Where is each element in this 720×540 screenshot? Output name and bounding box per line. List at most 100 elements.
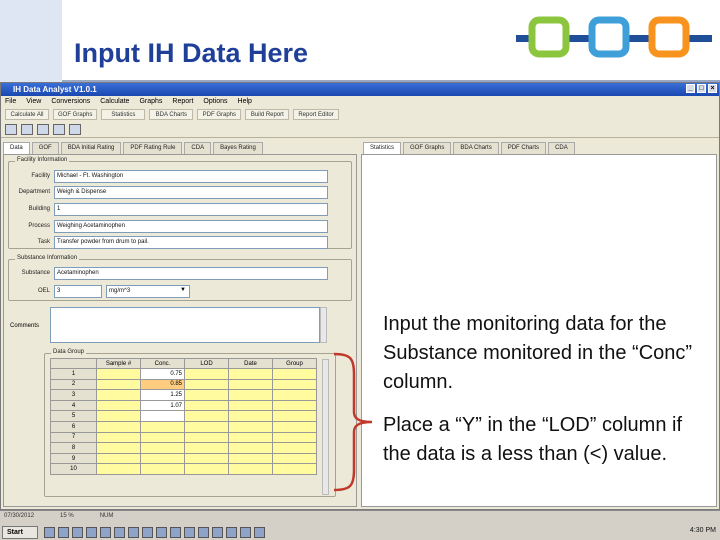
save-as-icon[interactable] [53, 123, 65, 135]
conc-cell[interactable] [140, 410, 185, 422]
sample-cell[interactable] [96, 410, 141, 422]
lod-cell[interactable] [184, 368, 229, 380]
quicklaunch-icon[interactable] [170, 527, 181, 538]
group-cell[interactable] [272, 420, 317, 433]
quicklaunch-icon[interactable] [128, 527, 139, 538]
group-cell[interactable] [272, 452, 317, 465]
group-cell[interactable] [272, 410, 317, 422]
date-cell[interactable] [228, 420, 273, 433]
grid-scrollbar[interactable] [322, 359, 329, 495]
lod-cell[interactable] [184, 420, 229, 433]
conc-cell[interactable]: 1.25 [140, 389, 185, 401]
oel-unit-select[interactable]: mg/m^3 [106, 285, 190, 298]
building-field[interactable]: 1 [54, 203, 328, 216]
sample-cell[interactable] [96, 389, 141, 401]
conc-cell[interactable]: 0.75 [140, 368, 185, 380]
sample-cell[interactable] [96, 442, 141, 454]
open-icon[interactable] [21, 123, 33, 135]
tab-gof-graphs[interactable]: GOF Graphs [403, 142, 452, 154]
quicklaunch-icon[interactable] [142, 527, 153, 538]
sample-cell[interactable] [96, 463, 141, 475]
substance-field[interactable]: Acetaminophen [54, 267, 328, 280]
group-cell[interactable] [272, 463, 317, 475]
sample-cell[interactable] [96, 420, 141, 433]
lod-cell[interactable] [184, 463, 229, 475]
lod-cell[interactable] [184, 431, 229, 444]
conc-cell[interactable] [140, 452, 185, 465]
quicklaunch-icon[interactable] [44, 527, 55, 538]
date-cell[interactable] [228, 452, 273, 465]
comments-scrollbar[interactable] [320, 307, 327, 343]
tab-pdf-rating-rule[interactable]: PDF Rating Rule [123, 142, 183, 154]
group-cell[interactable] [272, 389, 317, 401]
menu-graphs[interactable]: Graphs [139, 96, 162, 107]
new-icon[interactable] [5, 123, 17, 135]
quicklaunch-icon[interactable] [58, 527, 69, 538]
conc-cell[interactable] [140, 442, 185, 454]
start-button[interactable]: Start [2, 526, 38, 539]
process-field[interactable]: Weighing Acetaminophen [54, 220, 328, 233]
quicklaunch-icon[interactable] [198, 527, 209, 538]
quicklaunch-icon[interactable] [156, 527, 167, 538]
quicklaunch-icon[interactable] [114, 527, 125, 538]
report-editor-button[interactable]: Report Editor [293, 108, 339, 120]
menu-options[interactable]: Options [203, 96, 227, 107]
group-cell[interactable] [272, 368, 317, 380]
save-icon[interactable] [37, 123, 49, 135]
lod-cell[interactable] [184, 410, 229, 422]
task-field[interactable]: Transfer powder from drum to pail. [54, 236, 328, 249]
date-cell[interactable] [228, 378, 273, 391]
lod-cell[interactable] [184, 452, 229, 465]
conc-cell[interactable]: 1.07 [140, 399, 185, 412]
tab-pdf-charts[interactable]: PDF Charts [500, 142, 547, 154]
conc-cell[interactable] [140, 431, 185, 444]
sample-cell[interactable] [96, 368, 141, 380]
tab-bda-initial-rating[interactable]: BDA Initial Rating [60, 142, 122, 154]
oel-field[interactable]: 3 [54, 285, 102, 298]
conc-cell[interactable]: 0.85 [140, 378, 185, 391]
calculate-all-button[interactable]: Calculate All [5, 108, 49, 120]
quicklaunch-icon[interactable] [226, 527, 237, 538]
group-cell[interactable] [272, 431, 317, 444]
quicklaunch-icon[interactable] [240, 527, 251, 538]
group-cell[interactable] [272, 442, 317, 454]
lod-cell[interactable] [184, 442, 229, 454]
sample-cell[interactable] [96, 431, 141, 444]
gof-graphs-button[interactable]: GOF Graphs [53, 108, 98, 120]
lod-cell[interactable] [184, 389, 229, 401]
date-cell[interactable] [228, 442, 273, 454]
quicklaunch-icon[interactable] [100, 527, 111, 538]
build-report-button[interactable]: Build Report [245, 108, 290, 120]
quicklaunch-icon[interactable] [254, 527, 265, 538]
pdf-graphs-button[interactable]: PDF Graphs [197, 108, 242, 120]
print-icon[interactable] [69, 123, 81, 135]
tab-data[interactable]: Data [3, 142, 30, 154]
quicklaunch-icon[interactable] [86, 527, 97, 538]
quicklaunch-icon[interactable] [72, 527, 83, 538]
bda-charts-button[interactable]: BDA Charts [149, 108, 194, 120]
tab-gof[interactable]: GOF [31, 142, 59, 154]
statistics-button[interactable]: Statistics [101, 108, 146, 120]
group-cell[interactable] [272, 378, 317, 391]
menu-view[interactable]: View [26, 96, 41, 107]
conc-cell[interactable] [140, 463, 185, 475]
minimize-button[interactable]: _ [686, 84, 695, 93]
menu-report[interactable]: Report [172, 96, 193, 107]
menu-help[interactable]: Help [238, 96, 252, 107]
sample-cell[interactable] [96, 399, 141, 412]
sample-cell[interactable] [96, 378, 141, 391]
menu-conversions[interactable]: Conversions [51, 96, 90, 107]
quicklaunch-icon[interactable] [212, 527, 223, 538]
date-cell[interactable] [228, 399, 273, 412]
date-cell[interactable] [228, 431, 273, 444]
quicklaunch-icon[interactable] [184, 527, 195, 538]
lod-cell[interactable] [184, 378, 229, 391]
lod-cell[interactable] [184, 399, 229, 412]
date-cell[interactable] [228, 463, 273, 475]
tab-bda-charts[interactable]: BDA Charts [453, 142, 499, 154]
tab-bayes-rating[interactable]: Bayes Rating [213, 142, 263, 154]
date-cell[interactable] [228, 410, 273, 422]
maximize-button[interactable]: □ [697, 84, 706, 93]
tab-cda-right[interactable]: CDA [548, 142, 575, 154]
chevron-down-icon[interactable]: ▼ [180, 287, 186, 293]
